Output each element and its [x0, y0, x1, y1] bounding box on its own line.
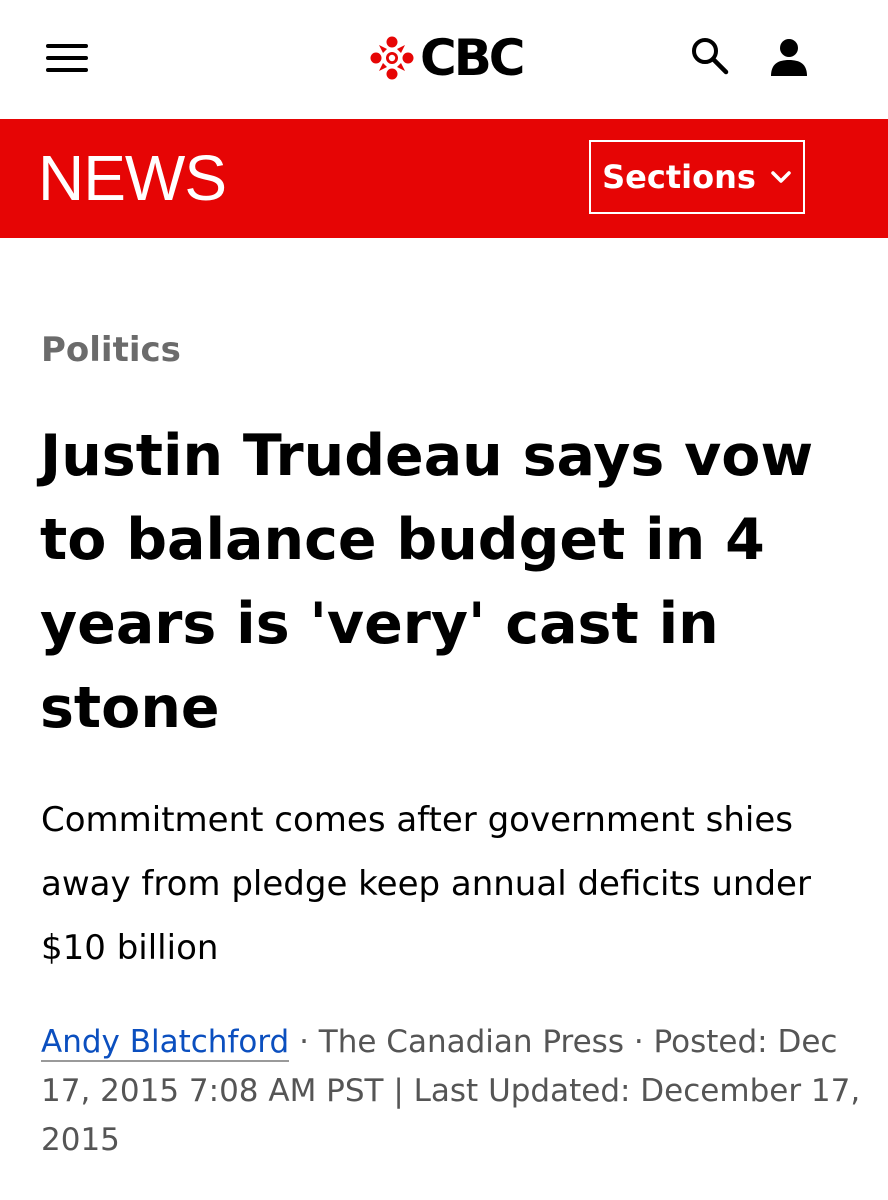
cbc-gem-logo: [370, 36, 414, 80]
chevron-down-icon: [771, 171, 791, 183]
hamburger-menu-icon[interactable]: [46, 44, 88, 74]
news-title[interactable]: NEWS: [38, 146, 227, 210]
top-bar: CBC: [0, 0, 888, 119]
cbc-logo[interactable]: CBC: [370, 29, 525, 87]
article-category[interactable]: Politics: [41, 328, 181, 372]
search-icon[interactable]: [690, 36, 730, 76]
author-link[interactable]: Andy Blatchford: [41, 1024, 290, 1062]
article-subhead: Commitment comes after government shies …: [41, 800, 811, 968]
byline-separator: ·: [299, 1024, 309, 1060]
sections-label: Sections: [602, 158, 756, 196]
article-byline: Andy Blatchford · The Canadian Press · P…: [41, 1018, 861, 1165]
logo-text: CBC: [420, 29, 525, 87]
byline-source: The Canadian Press: [318, 1024, 624, 1060]
account-icon[interactable]: [768, 36, 810, 78]
sections-dropdown-button[interactable]: Sections: [589, 140, 805, 214]
byline-separator: ·: [633, 1024, 644, 1060]
article-headline: Justin Trudeau says vow to balance budge…: [40, 423, 814, 741]
